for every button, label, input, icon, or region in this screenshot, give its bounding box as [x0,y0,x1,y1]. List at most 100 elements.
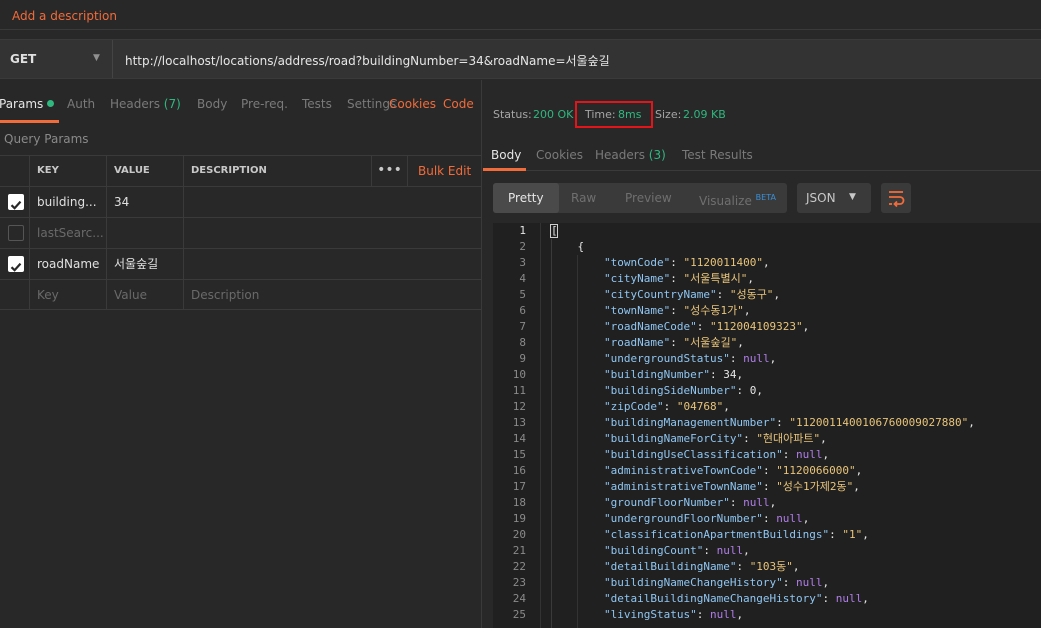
top-bar: Add a description [0,0,1041,30]
add-description-link[interactable]: Add a description [12,9,117,23]
status-value[interactable]: 200 OK [533,108,573,121]
line-number: 7 [519,320,526,333]
code-line-text: "roadName": "서울숲길", [603,336,744,349]
tab-response-headers-label: Headers [595,148,645,162]
key-column-header: KEY [29,156,106,186]
param-value-cell[interactable]: 34 [106,187,183,217]
tab-headers-label: Headers [110,97,160,111]
param-key-cell[interactable]: building... [29,187,106,217]
code-line-text: "cityCountryName": "성동구", [603,288,781,301]
table-row: roadName 서울숲길 [0,248,482,279]
more-options-icon[interactable]: ••• [371,156,407,186]
line-number: 9 [519,352,526,365]
line-number: 15 [512,448,526,461]
chevron-down-icon: ▼ [93,53,100,63]
key-placeholder[interactable]: Key [29,280,106,310]
checkbox-cell [0,249,29,279]
param-value-cell[interactable]: 서울숲길 [106,249,183,279]
code-line-text: "undergroundFloorNumber": null, [603,512,810,525]
wrap-lines-button[interactable] [881,183,911,213]
url-input[interactable]: http://localhost/locations/address/road?… [125,52,610,69]
line-number: 1 [519,224,526,237]
code-line-text: "roadNameCode": "112004109323", [603,320,810,333]
request-panel: Params Auth Headers (7) Body Pre-req. Te… [0,80,482,628]
code-line-text: "buildingSideNumber": 0, [603,384,763,397]
method-label: GET [10,52,37,66]
tab-response-body[interactable]: Body [491,148,521,162]
active-tab-underline [0,120,59,123]
tab-response-cookies[interactable]: Cookies [536,148,583,162]
line-number: 22 [512,560,526,573]
tab-response-headers[interactable]: Headers (3) [595,148,666,162]
line-number: 16 [512,464,526,477]
line-number: 12 [512,400,526,413]
visualize-label: Visualize [699,194,752,208]
response-body-editor[interactable]: 1 [2 {3 "townCode": "1120011400", 4 "cityN… [493,223,1041,628]
method-select[interactable]: GET ▼ [0,40,113,78]
table-row: building... 34 [0,186,482,217]
code-line-text: "buildingCount": null, [603,544,750,557]
description-placeholder[interactable]: Description [183,280,482,310]
visualize-button[interactable]: Visualize BETA [699,183,776,213]
param-checkbox[interactable] [8,256,24,272]
view-mode-group: Pretty Raw Preview Visualize BETA [493,183,787,213]
status-label: Status: [493,108,532,121]
code-line-text: "buildingUseClassification": null, [603,448,830,461]
code-line-text: "detailBuildingNameChangeHistory": null, [603,592,869,605]
code-line-text: "cityName": "서울특별시", [603,272,754,285]
tab-test-results[interactable]: Test Results [682,148,753,162]
param-description-cell[interactable] [183,249,482,279]
value-placeholder[interactable]: Value [106,280,183,310]
query-params-table: KEY VALUE DESCRIPTION ••• Bulk Edit buil… [0,155,482,310]
param-key-cell[interactable]: lastSearc... [29,218,106,248]
response-tabs: Body Cookies Headers (3) Test Results [483,138,1041,171]
request-url-bar: GET ▼ http://localhost/locations/address… [0,39,1041,79]
code-line-text: "zipCode": "04768", [603,400,730,413]
headers-count: (7) [163,97,181,111]
checkbox-cell [0,218,29,248]
pretty-button[interactable]: Pretty [493,183,559,213]
tab-auth[interactable]: Auth [67,97,95,111]
code-line-text: "buildingNumber": 34, [603,368,744,381]
code-line-text: [ [551,224,558,237]
line-number: 4 [519,272,526,285]
line-number: 2 [519,240,526,253]
line-number: 24 [512,592,526,605]
line-number: 17 [512,480,526,493]
checkbox-cell [0,280,29,310]
tab-prereq[interactable]: Pre-req. [241,97,288,111]
tab-tests[interactable]: Tests [302,97,332,111]
tab-body[interactable]: Body [197,97,227,111]
code-link[interactable]: Code [443,97,474,111]
param-checkbox[interactable] [8,194,24,210]
preview-button[interactable]: Preview [625,183,672,213]
line-number: 5 [519,288,526,301]
param-checkbox[interactable] [8,225,24,241]
code-line-text: "groundFloorNumber": null, [603,496,777,509]
line-number: 21 [512,544,526,557]
code-line-text: { [551,240,585,253]
format-label: JSON [806,191,836,205]
code-line-text: "undergroundStatus": null, [603,352,777,365]
tab-headers[interactable]: Headers (7) [110,97,181,111]
param-description-cell[interactable] [183,218,482,248]
param-key-cell[interactable]: roadName [29,249,106,279]
line-number: 25 [512,608,526,621]
code-line-text: "buildingNameChangeHistory": null, [603,576,830,589]
param-description-cell[interactable] [183,187,482,217]
tab-params-label: Params [0,97,44,111]
cookies-link[interactable]: Cookies [389,97,436,111]
tab-params[interactable]: Params [0,97,55,111]
param-value-cell[interactable] [106,218,183,248]
params-header-row: KEY VALUE DESCRIPTION ••• Bulk Edit [0,155,482,186]
line-number: 11 [512,384,526,397]
raw-button[interactable]: Raw [571,183,596,213]
response-headers-count: (3) [648,148,666,162]
bulk-edit-button[interactable]: Bulk Edit [407,156,482,186]
code-line-text: "administrativeTownCode": "1120066000", [603,464,863,477]
size-value[interactable]: 2.09 KB [683,108,726,121]
line-number: 6 [519,304,526,317]
format-select[interactable]: JSON ▼ [797,183,871,213]
code-line-text: "classificationApartmentBuildings": "1", [603,528,869,541]
line-number: 18 [512,496,526,509]
